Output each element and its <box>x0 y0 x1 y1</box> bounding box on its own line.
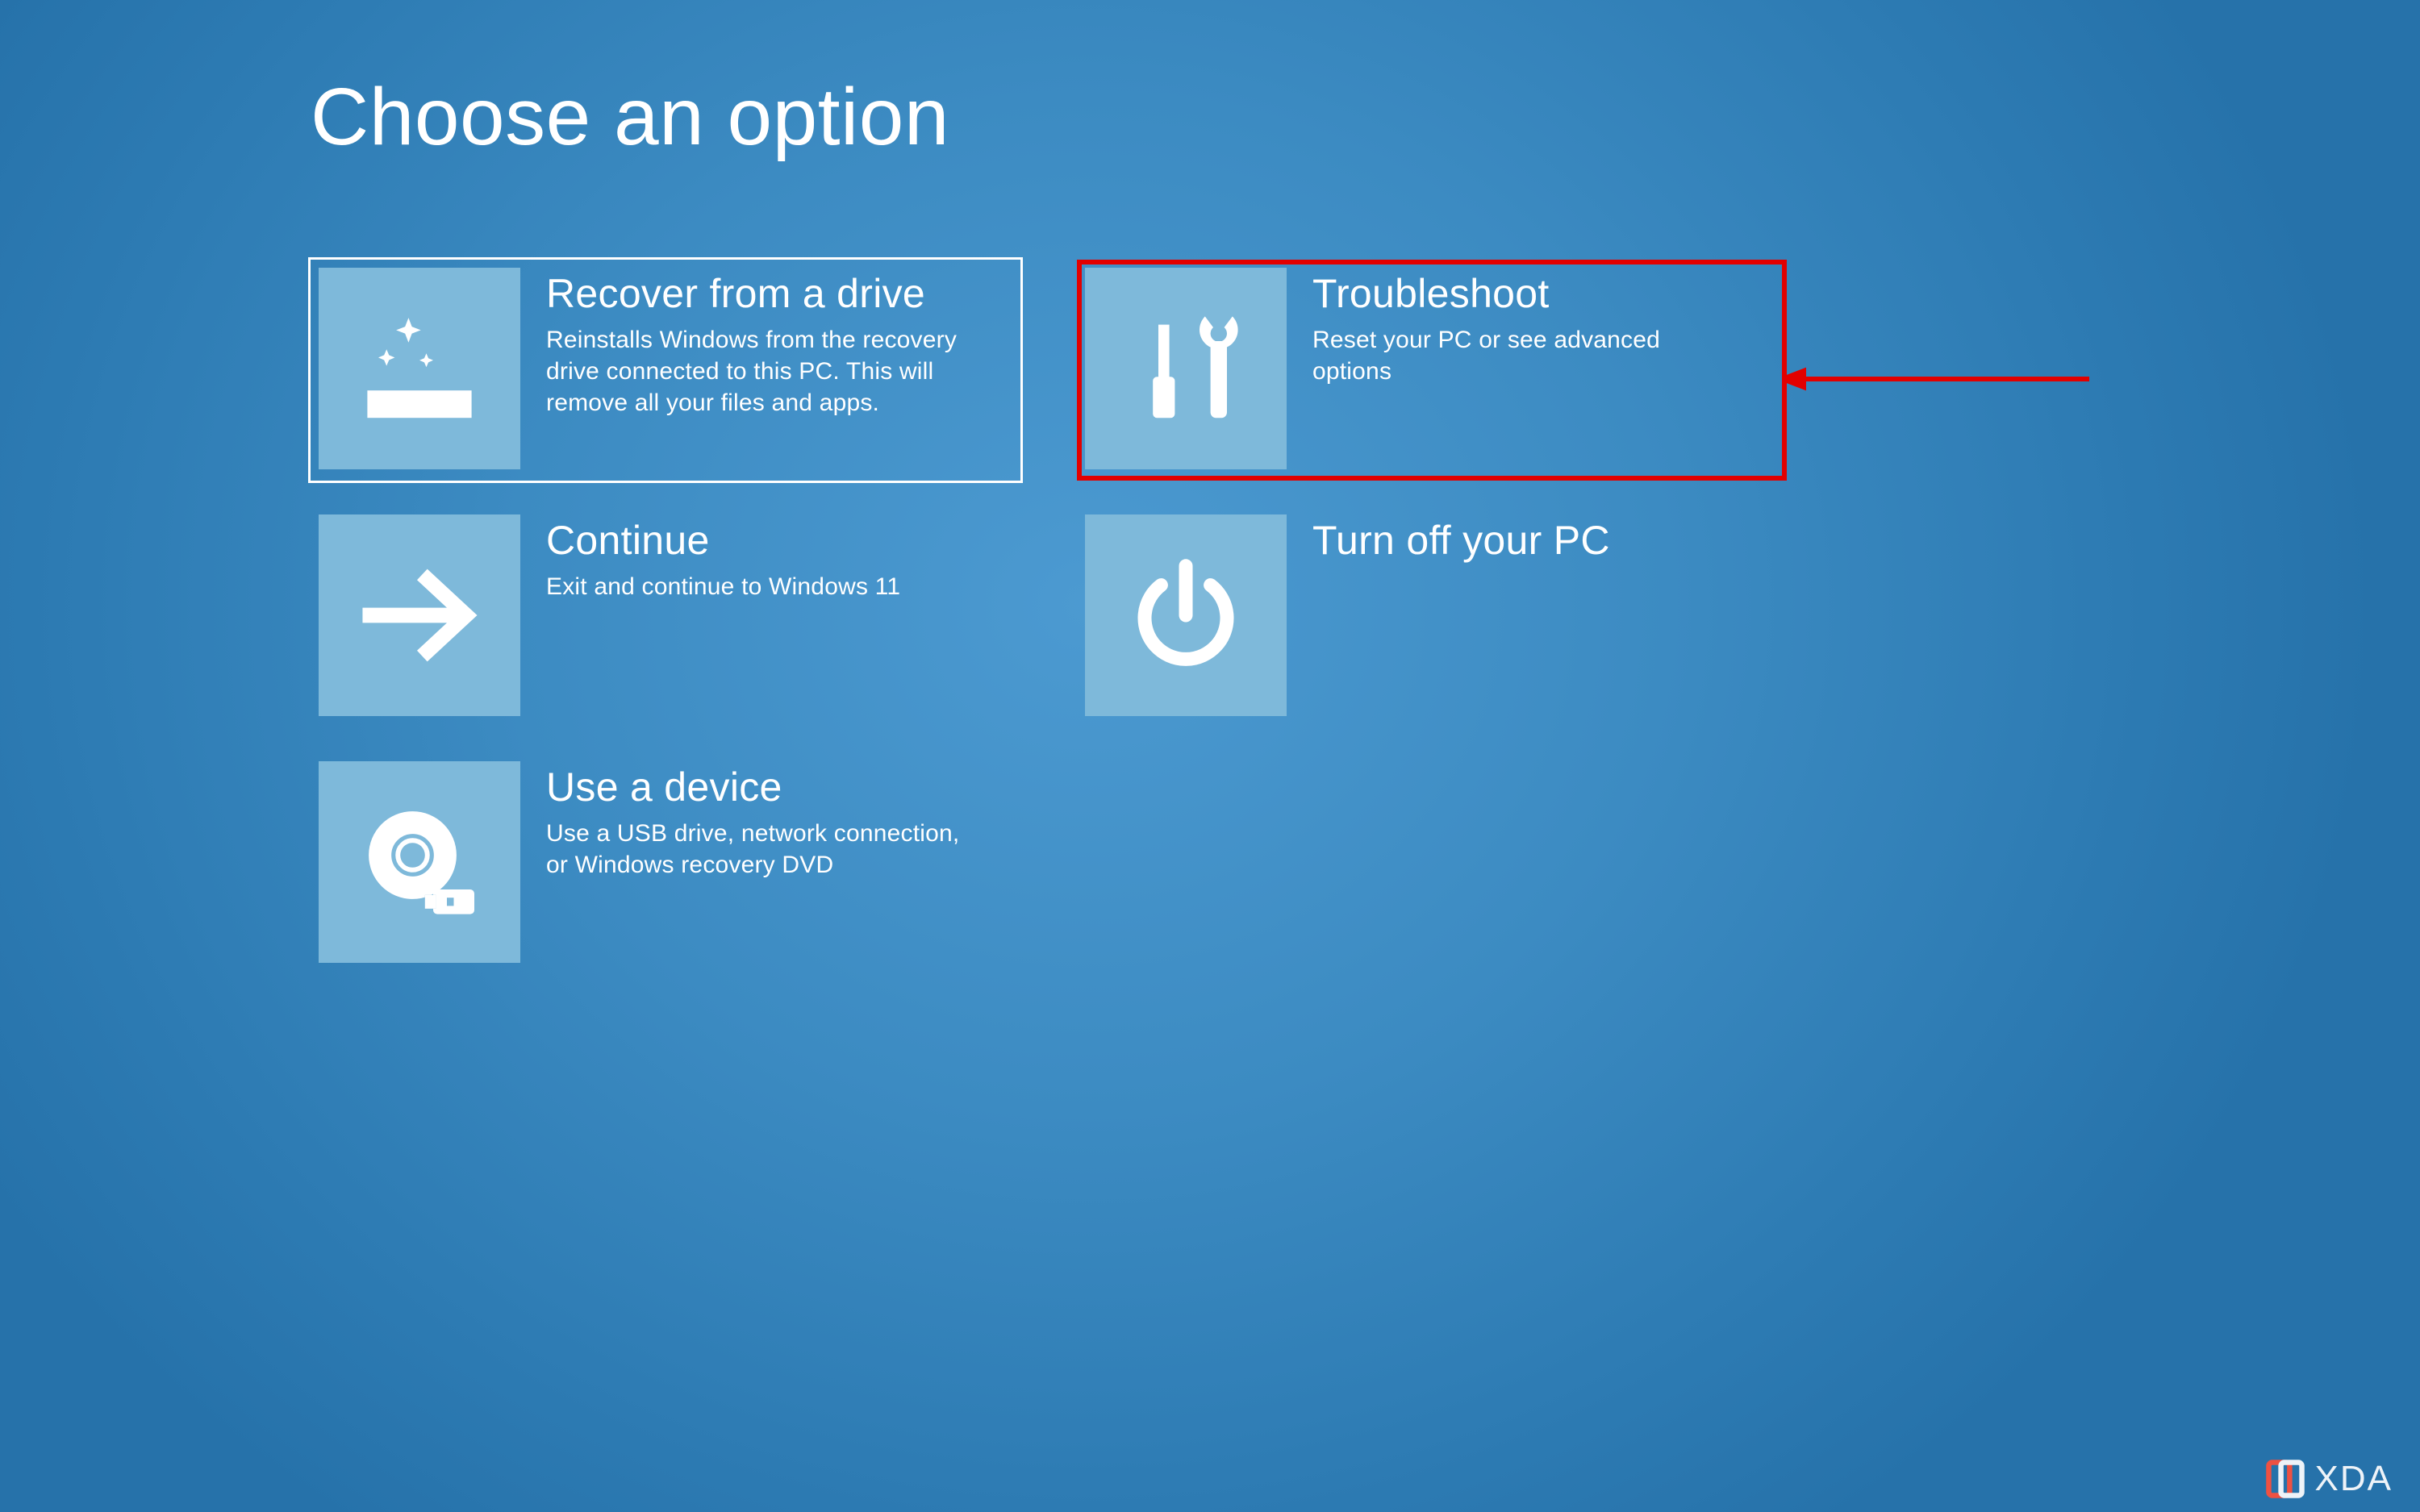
drive-sparkle-icon <box>319 268 520 469</box>
tile-description: Reinstalls Windows from the recovery dri… <box>546 324 972 419</box>
watermark-icon <box>2264 1457 2307 1501</box>
tile-text: Recover from a drive Reinstalls Windows … <box>520 268 972 419</box>
tools-icon <box>1085 268 1287 469</box>
watermark-text: XDA <box>2315 1459 2393 1499</box>
page-title: Choose an option <box>311 71 949 164</box>
disc-usb-icon <box>319 761 520 963</box>
tile-title: Troubleshoot <box>1312 271 1738 316</box>
tile-title: Turn off your PC <box>1312 518 1610 563</box>
power-icon <box>1085 514 1287 716</box>
tile-text: Turn off your PC <box>1287 514 1610 571</box>
tile-title: Continue <box>546 518 900 563</box>
annotation-arrow <box>1783 363 2089 395</box>
tile-troubleshoot[interactable]: Troubleshoot Reset your PC or see advanc… <box>1077 260 1787 481</box>
tile-text: Troubleshoot Reset your PC or see advanc… <box>1287 268 1738 387</box>
tile-description: Reset your PC or see advanced options <box>1312 324 1738 387</box>
tile-turn-off[interactable]: Turn off your PC <box>1077 506 1787 727</box>
tile-recover-from-drive[interactable]: Recover from a drive Reinstalls Windows … <box>311 260 1020 481</box>
watermark: XDA <box>2264 1457 2393 1501</box>
tile-description: Use a USB drive, network connection, or … <box>546 818 972 881</box>
tile-text: Use a device Use a USB drive, network co… <box>520 761 972 881</box>
tile-description: Exit and continue to Windows 11 <box>546 571 900 602</box>
arrow-right-icon <box>319 514 520 716</box>
tile-text: Continue Exit and continue to Windows 11 <box>520 514 900 602</box>
tile-continue[interactable]: Continue Exit and continue to Windows 11 <box>311 506 1020 727</box>
tile-title: Recover from a drive <box>546 271 972 316</box>
tile-use-a-device[interactable]: Use a device Use a USB drive, network co… <box>311 753 1020 974</box>
tile-title: Use a device <box>546 764 972 810</box>
options-grid: Recover from a drive Reinstalls Windows … <box>311 260 1787 974</box>
